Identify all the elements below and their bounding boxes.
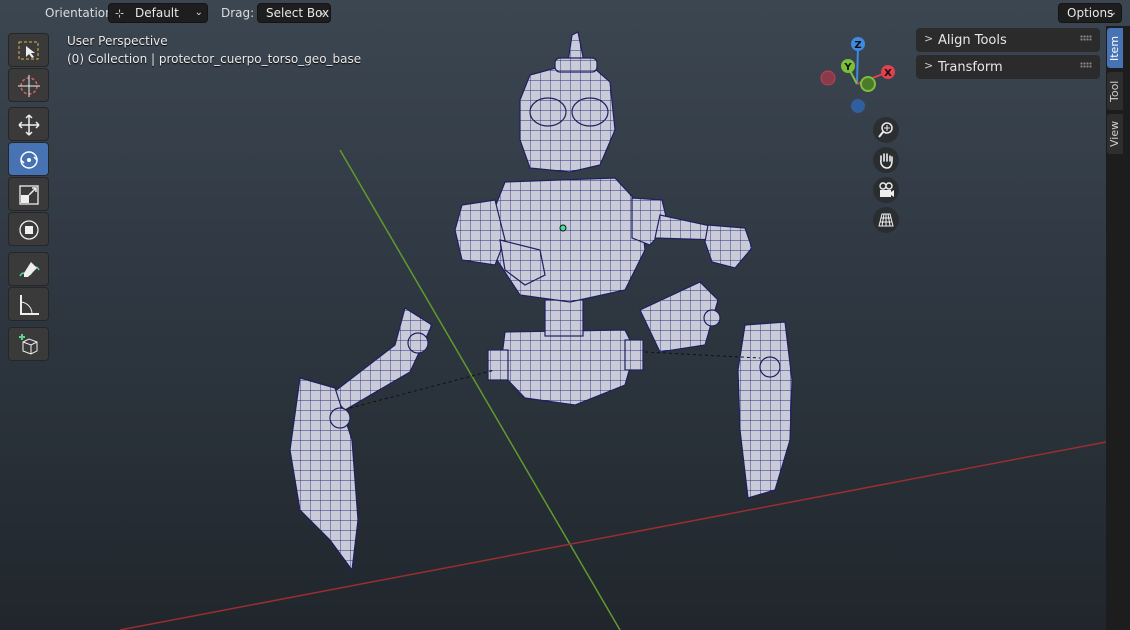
tab-item[interactable]: Item [1107,28,1123,68]
drag-label: Drag: [221,6,255,20]
select-box-icon [18,41,39,60]
chevron-down-icon: ⌄ [1108,7,1117,18]
transform-panel[interactable]: > Transform [916,55,1100,79]
drag-grip-icon[interactable] [1080,35,1092,41]
measure-tool[interactable] [8,287,49,321]
add-cube-icon [19,334,38,355]
chevron-right-icon: > [924,32,934,45]
select-box-tool[interactable] [8,33,49,67]
orientation-label: Orientation: [45,6,117,20]
object-origin [559,224,567,232]
drag-dropdown[interactable]: Select Box ⌄ [257,3,331,23]
transform-tool[interactable] [8,212,49,246]
options-label: Options [1067,6,1114,20]
chevron-down-icon: ⌄ [317,7,326,18]
camera-icon [879,182,894,197]
scale-icon [19,185,39,205]
panel-title: Transform [938,60,1003,75]
transform-icon [19,220,39,240]
chevron-down-icon: ⌄ [194,7,203,18]
collection-label: (0) Collection | protector_cuerpo_torso_… [67,52,362,66]
annotate-icon [19,262,40,277]
view-perspective-label: User Perspective [67,34,168,48]
drag-grip-icon[interactable] [1080,62,1092,68]
tab-label: Tool [1108,80,1121,102]
tab-label: Item [1108,35,1121,61]
grid-icon [878,213,894,227]
3d-viewport[interactable] [0,0,1130,630]
y-axis-label: Y [843,62,852,73]
rotate-tool[interactable] [8,142,49,176]
neg-x-axis-handle [820,70,836,86]
camera-view-button[interactable] [873,177,899,203]
tab-view[interactable]: View [1107,114,1123,154]
pan-button[interactable] [873,147,899,173]
chevron-right-icon: > [924,59,934,72]
move-tool[interactable] [8,107,49,141]
neg-y-axis-handle [860,76,876,92]
options-dropdown[interactable]: Options ⌄ [1058,3,1122,23]
add-cube-tool[interactable] [8,327,49,361]
perspective-toggle-button[interactable] [873,207,899,233]
panel-title: Align Tools [938,33,1007,48]
move-icon [18,114,40,136]
align-tools-panel[interactable]: > Align Tools [916,28,1100,52]
rotate-icon [20,151,38,169]
tab-tool[interactable]: Tool [1107,72,1123,110]
orientation-axes-icon: ⊹ [115,7,125,20]
scene-canvas [119,31,1107,630]
x-axis-line [119,441,1107,630]
zoom-button[interactable] [873,117,899,143]
scale-tool[interactable] [8,177,49,211]
hand-pan-icon [880,153,893,169]
orientation-value: Default [135,6,179,20]
x-axis-label: X [884,68,892,79]
orientation-dropdown[interactable]: ⊹ Default ⌄ [108,3,208,23]
measure-icon [20,295,39,315]
viewport-header: Orientation: ⊹ Default ⌄ Drag: Select Bo… [0,0,1130,26]
cursor-icon [18,75,40,97]
orientation-gizmo[interactable]: Z Y X [812,32,904,124]
robot-model [289,31,793,572]
zoom-icon [878,122,893,138]
cursor-tool[interactable] [8,68,49,102]
z-axis-label: Z [854,40,861,51]
neg-z-axis-handle [851,99,865,113]
tab-label: View [1108,120,1121,148]
annotate-tool[interactable] [8,252,49,286]
